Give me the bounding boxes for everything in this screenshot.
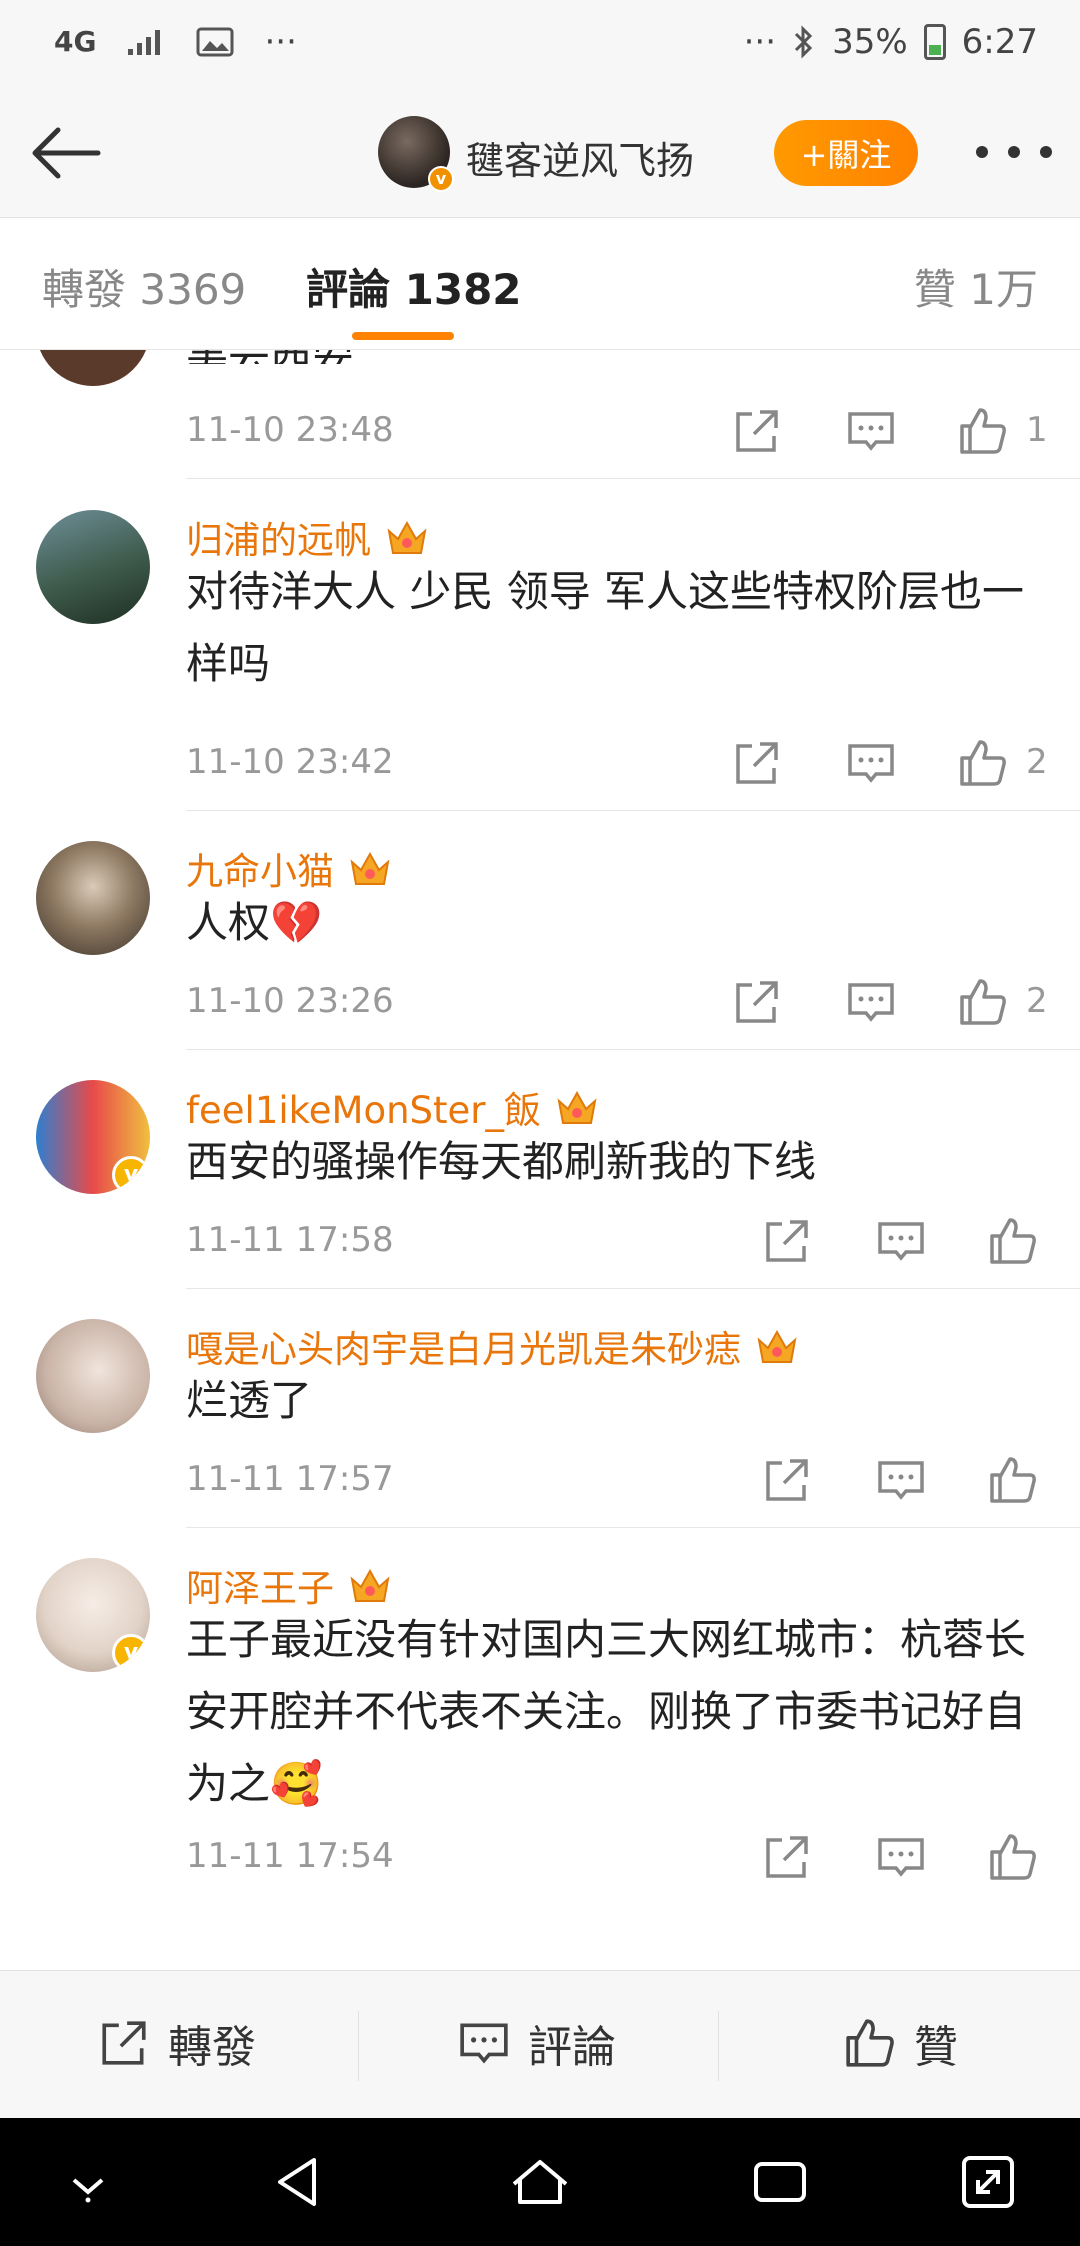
like-count: 1 — [1026, 410, 1048, 450]
vip-crown-icon — [757, 1329, 797, 1363]
comment-text: 人权💔 — [186, 898, 323, 947]
verified-badge-icon: v — [112, 1156, 150, 1194]
repost-icon[interactable] — [732, 406, 782, 456]
image-icon — [196, 27, 234, 57]
like-icon — [846, 2019, 894, 2067]
status-bar: 4G ··· ··· 35% 6:27 — [0, 0, 1080, 90]
divider — [186, 1527, 1080, 1528]
app-header: v 毽客逆风飞扬 +關注 — [0, 90, 1080, 218]
comment-text: 王子最近没有针对国内三大网红城市：杭蓉长安开腔并不代表不关注。刚换了市委书记好自… — [186, 1615, 1027, 1808]
comment-icon — [460, 2023, 508, 2064]
comment-icon[interactable] — [876, 1216, 926, 1266]
commenter-avatar[interactable] — [36, 350, 150, 386]
comment-text: 西安的骚操作每天都刷新我的下线 — [186, 1137, 817, 1186]
comment-time: 11-10 23:48 — [186, 410, 394, 450]
comment-icon[interactable] — [846, 977, 896, 1027]
comment-meta: 11-11 17:57 — [186, 1449, 1080, 1509]
comment-button[interactable]: 評論 — [458, 2011, 616, 2075]
vip-crown-icon — [387, 520, 427, 554]
repost-icon — [102, 2021, 146, 2065]
active-tab-indicator — [352, 332, 454, 340]
network-indicator: 4G — [54, 25, 97, 58]
comment-time: 11-11 17:57 — [186, 1459, 394, 1499]
divider — [358, 2011, 359, 2081]
status-overflow-right: ··· — [743, 22, 777, 62]
comment-icon[interactable] — [876, 1455, 926, 1505]
expand-icon[interactable] — [956, 2150, 1020, 2214]
recents-nav-icon[interactable] — [748, 2150, 812, 2214]
home-nav-icon[interactable] — [508, 2150, 572, 2214]
divider — [718, 2011, 719, 2081]
comment-icon[interactable] — [846, 406, 896, 456]
repost-icon[interactable] — [762, 1216, 812, 1266]
comment-time: 11-11 17:58 — [186, 1220, 394, 1260]
like-icon[interactable] — [988, 1216, 1038, 1266]
like-icon[interactable] — [958, 738, 1008, 788]
like-icon[interactable] — [988, 1832, 1038, 1882]
bottom-action-bar: 轉發 評論 贊 — [0, 1970, 1080, 2118]
comment-meta: 11-10 23:48 1 — [186, 400, 1080, 460]
like-icon[interactable] — [958, 406, 1008, 456]
comment-time: 11-11 17:54 — [186, 1836, 394, 1876]
repost-icon[interactable] — [762, 1455, 812, 1505]
verified-badge-icon: v — [428, 166, 454, 192]
status-overflow-left: ··· — [264, 22, 297, 62]
repost-icon[interactable] — [762, 1832, 812, 1882]
comment-meta: 11-10 23:42 2 — [186, 732, 1080, 792]
commenter-avatar[interactable] — [36, 1319, 150, 1433]
comment-meta: 11-11 17:54 — [186, 1826, 1080, 1886]
bluetooth-icon — [795, 25, 813, 59]
back-arrow-icon[interactable] — [28, 118, 104, 188]
commenter-avatar[interactable]: v — [36, 1080, 150, 1194]
author-name[interactable]: 毽客逆风飞扬 — [466, 130, 694, 185]
author-avatar[interactable]: v — [378, 116, 454, 192]
verified-badge-icon: v — [112, 1634, 150, 1672]
comment-text: 烂透了 — [186, 1376, 313, 1425]
comment-list[interactable]: 美云西安 11-10 23:48 1 归浦的远帆 对待洋大人 少民 领导 军人这… — [0, 350, 1080, 1970]
comment-meta: 11-11 17:58 — [186, 1210, 1080, 1270]
battery-icon — [923, 24, 946, 60]
tab-reposts[interactable]: 轉發 3369 — [42, 256, 246, 317]
vip-crown-icon — [557, 1090, 597, 1124]
repost-icon[interactable] — [732, 977, 782, 1027]
tab-bar: 轉發 3369 評論 1382 贊 1万 — [0, 218, 1080, 350]
hide-keyboard-icon[interactable] — [56, 2150, 120, 2214]
commenter-avatar[interactable] — [36, 841, 150, 955]
divider — [186, 810, 1080, 811]
system-nav-bar — [0, 2118, 1080, 2246]
clock: 6:27 — [961, 22, 1038, 62]
repost-icon[interactable] — [732, 738, 782, 788]
follow-button[interactable]: +關注 — [774, 120, 918, 186]
comment-icon[interactable] — [876, 1832, 926, 1882]
divider — [186, 1049, 1080, 1050]
signal-icon — [128, 30, 161, 55]
more-options-icon[interactable] — [976, 134, 1052, 170]
comment-meta: 11-10 23:26 2 — [186, 971, 1080, 1031]
tab-comments[interactable]: 評論 1382 — [306, 256, 522, 317]
like-count: 2 — [1026, 981, 1048, 1021]
repost-button[interactable]: 轉發 — [98, 2011, 256, 2075]
like-icon[interactable] — [988, 1455, 1038, 1505]
like-count: 2 — [1026, 742, 1048, 782]
comment-text: 美云西安 — [186, 350, 1040, 364]
comment-text: 对待洋大人 少民 领导 军人这些特权阶层也一样吗 — [186, 567, 1025, 688]
comment-icon[interactable] — [846, 738, 896, 788]
comment-time: 11-10 23:26 — [186, 981, 394, 1021]
comment-time: 11-10 23:42 — [186, 742, 394, 782]
commenter-avatar[interactable] — [36, 510, 150, 624]
commenter-avatar[interactable]: v — [36, 1558, 150, 1672]
vip-crown-icon — [350, 851, 390, 885]
divider — [186, 478, 1080, 479]
divider — [186, 1288, 1080, 1289]
tab-likes[interactable]: 贊 1万 — [914, 256, 1038, 317]
vip-crown-icon — [350, 1568, 390, 1602]
like-button[interactable]: 贊 — [844, 2011, 958, 2075]
battery-percent: 35% — [832, 22, 908, 62]
back-nav-icon[interactable] — [268, 2150, 332, 2214]
like-icon[interactable] — [958, 977, 1008, 1027]
